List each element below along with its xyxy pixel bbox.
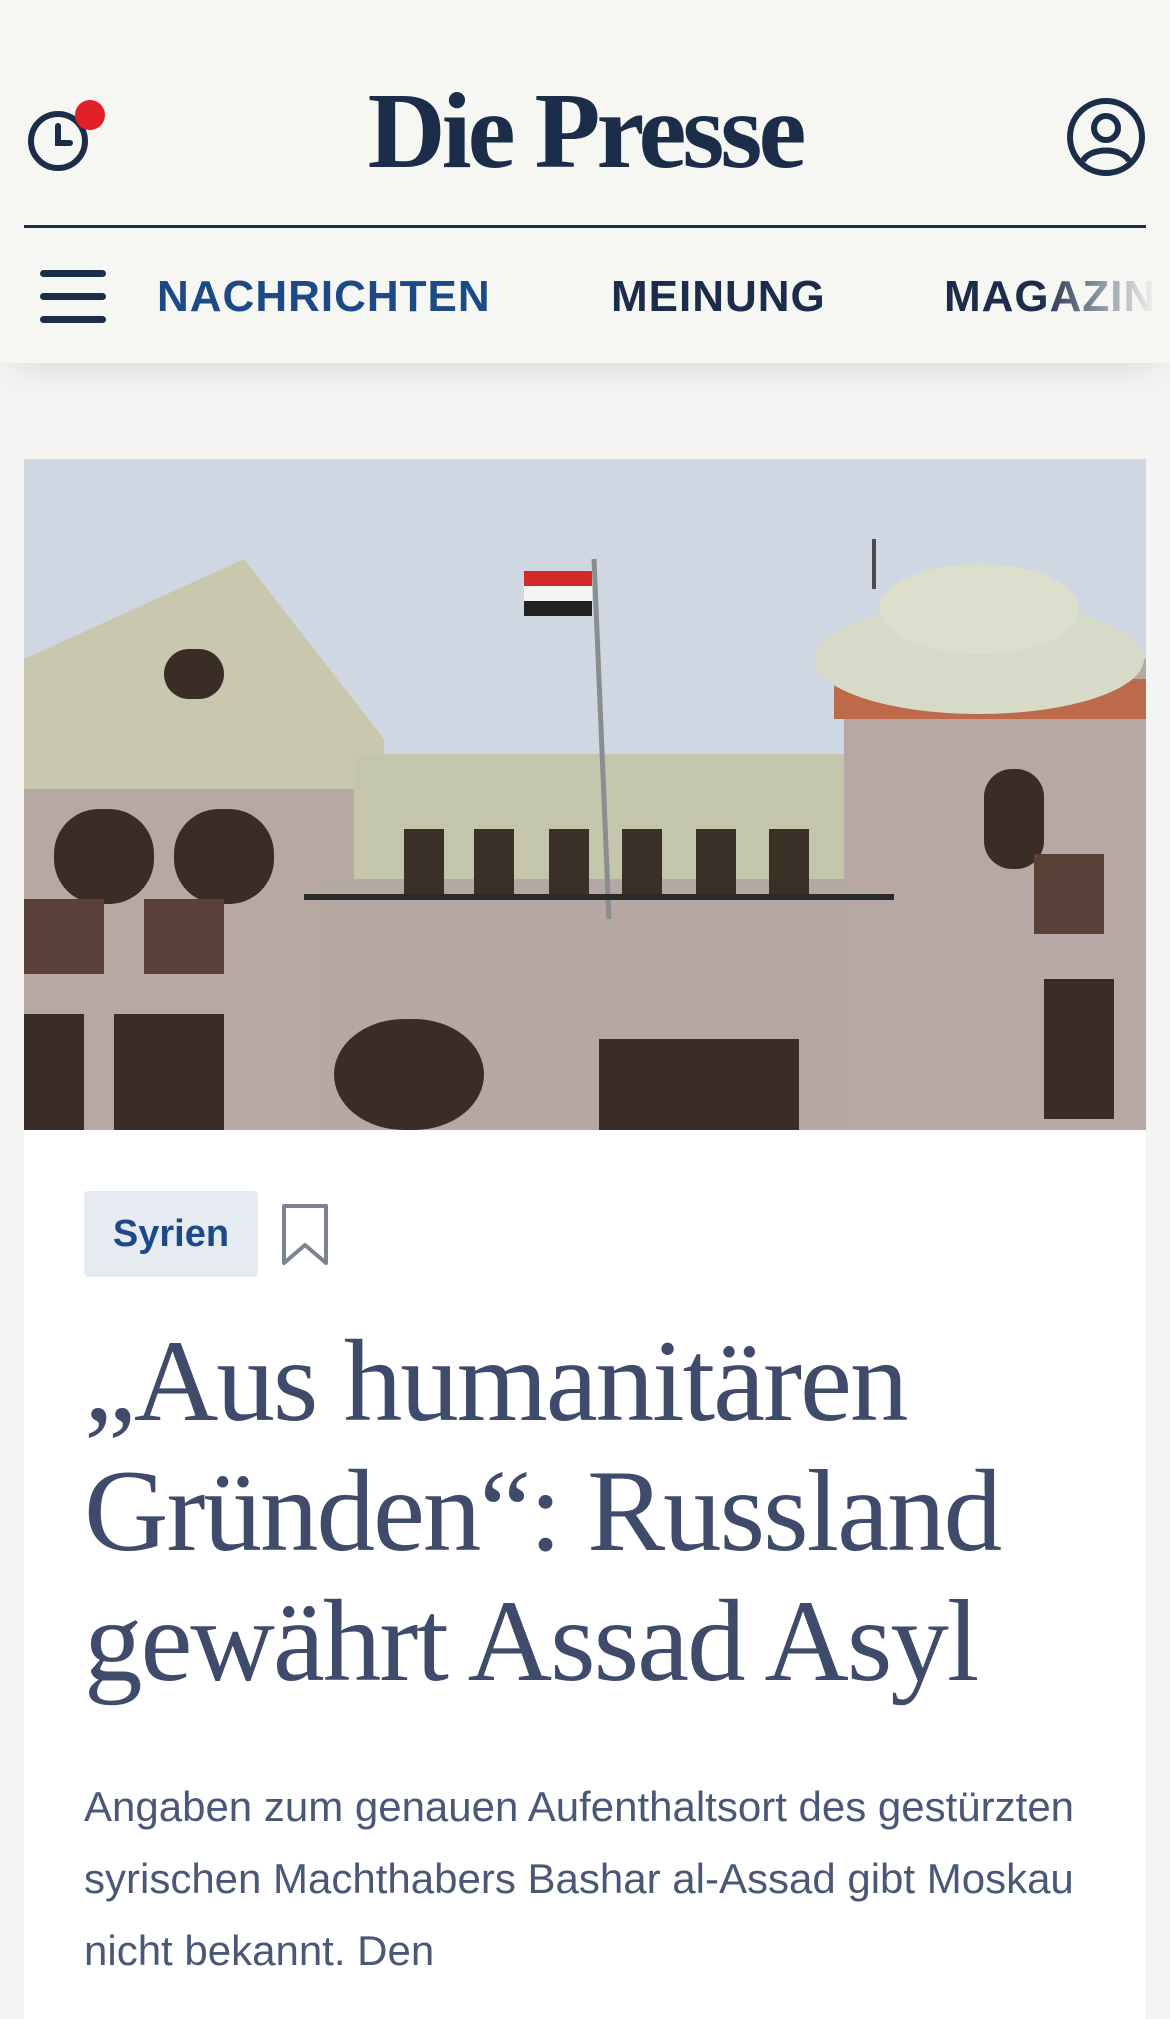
site-header: Die Presse NACHRICHTEN MEINUNG MAGAZIN (0, 0, 1170, 363)
header-divider (24, 225, 1146, 228)
site-logo[interactable]: Die Presse (0, 70, 1170, 194)
account-button[interactable] (1066, 97, 1146, 177)
bookmark-icon[interactable] (280, 1203, 330, 1267)
nav-item-meinung[interactable]: MEINUNG (611, 269, 826, 325)
nav-item-nachrichten[interactable]: NACHRICHTEN (157, 269, 491, 325)
article-headline[interactable]: „Aus humanitären Gründen“: Russland gewä… (84, 1317, 1084, 1707)
article-lead: Angaben zum genauen Aufenthaltsort des g… (84, 1783, 1075, 1974)
nav-fade-overlay (1040, 255, 1170, 345)
article-card[interactable]: Syrien „Aus humanitären Gründen“: Russla… (24, 459, 1146, 2019)
user-icon (1067, 98, 1145, 176)
section-nav: NACHRICHTEN MEINUNG MAGAZIN (0, 269, 1170, 325)
article-image (24, 459, 1146, 1130)
category-tag[interactable]: Syrien (84, 1191, 258, 1277)
